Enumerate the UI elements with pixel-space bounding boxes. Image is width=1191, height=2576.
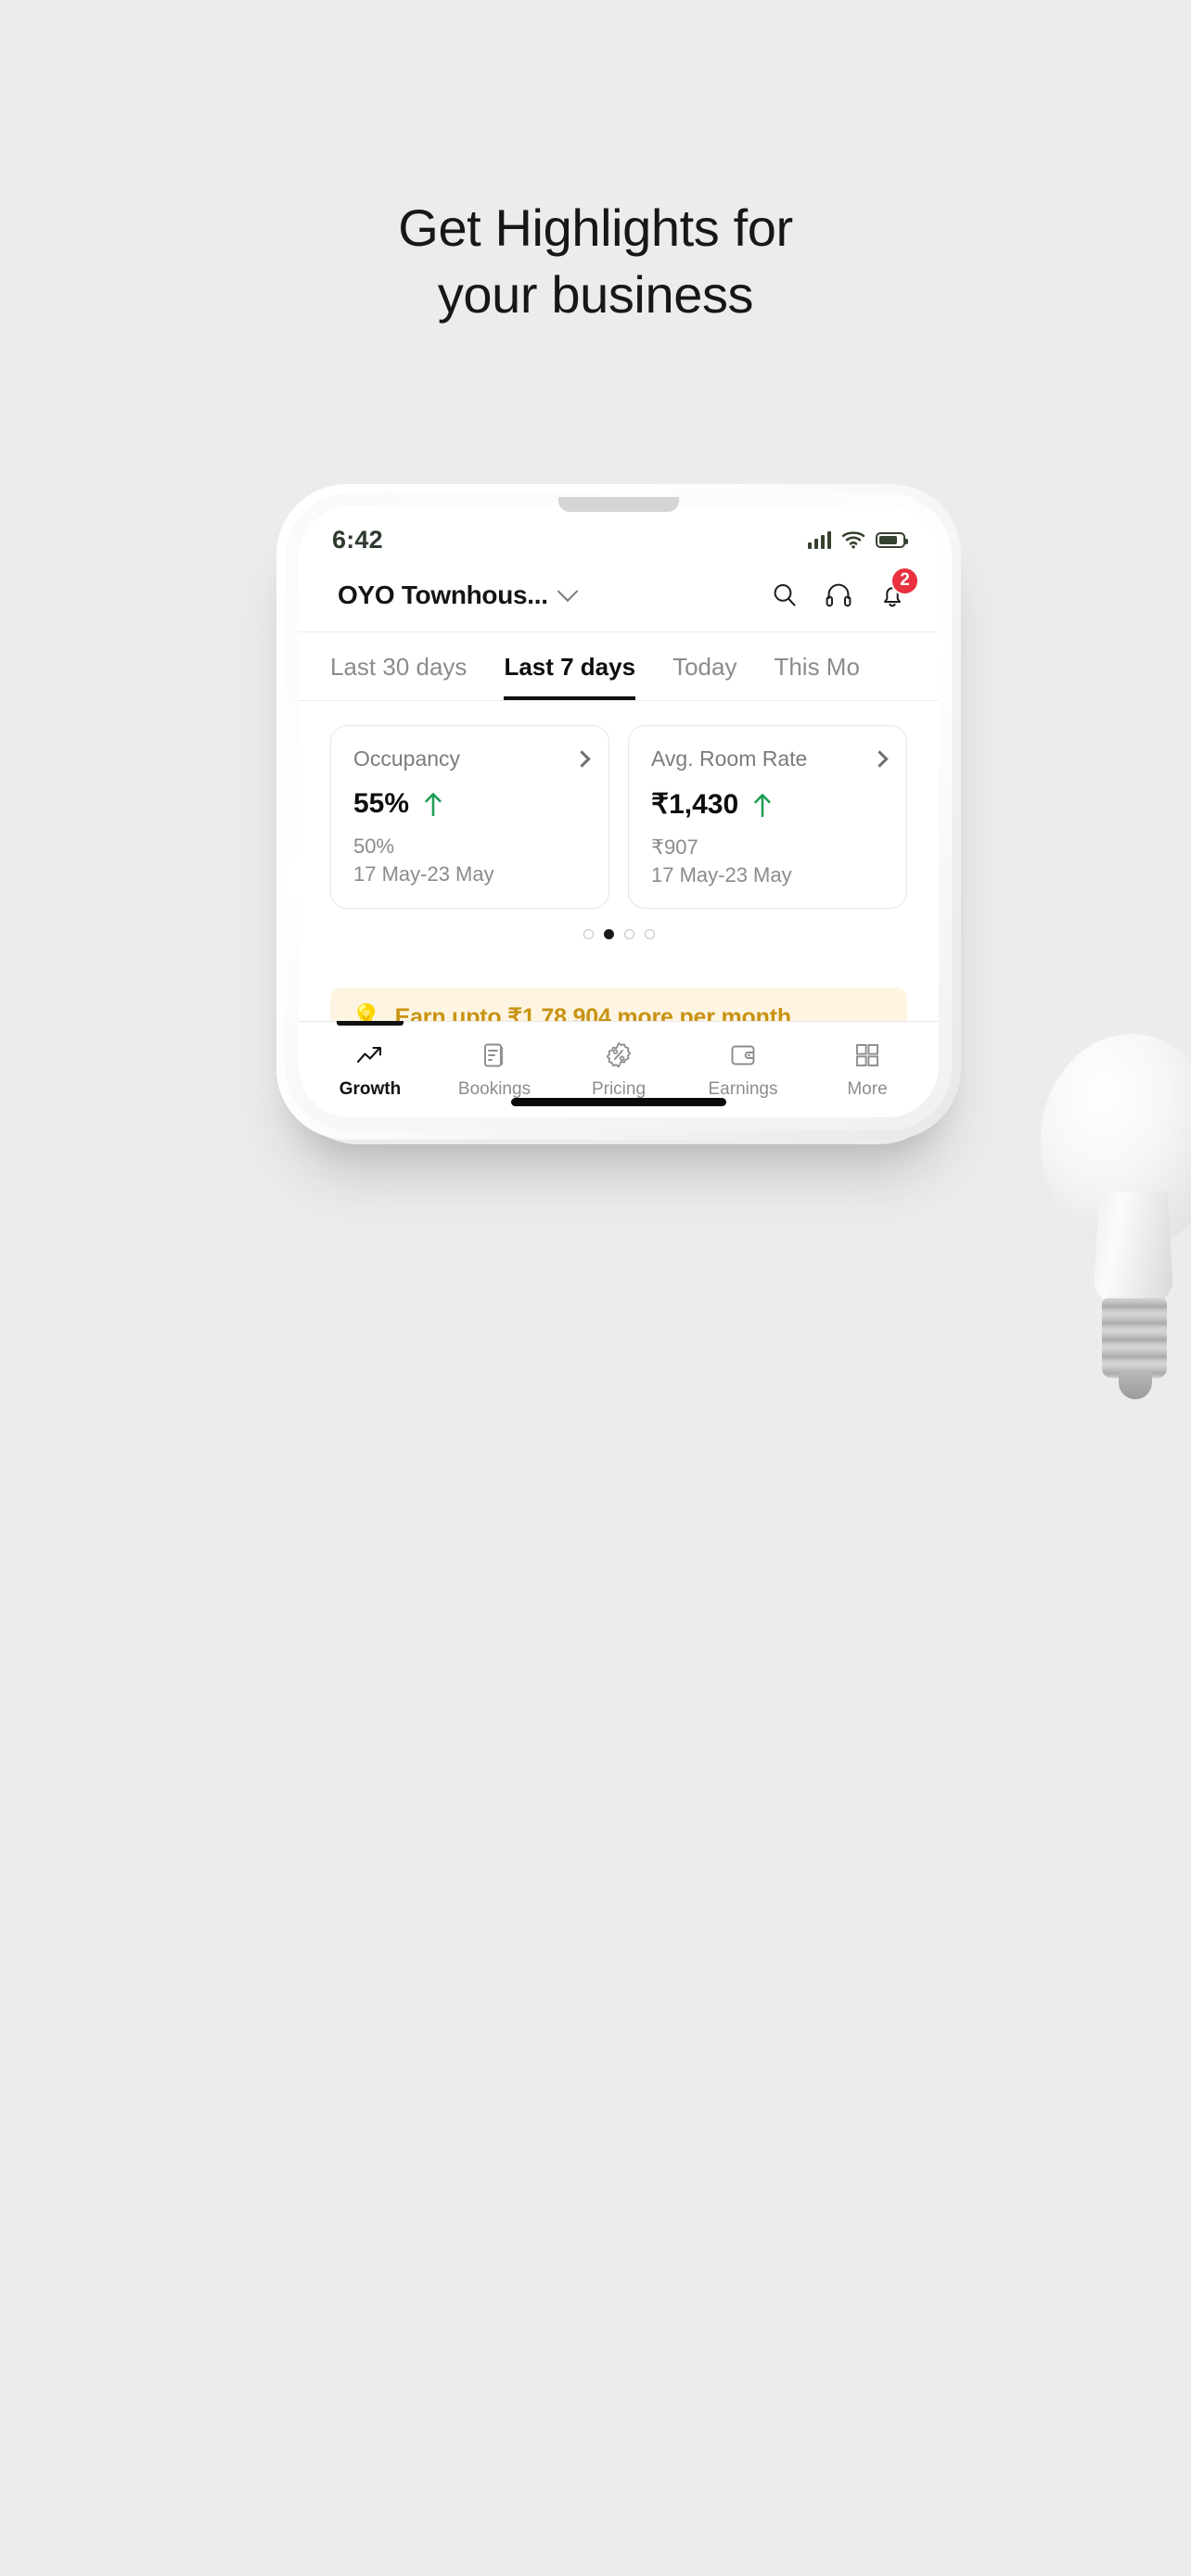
metric-value: 55% [353, 788, 410, 819]
chevron-right-icon[interactable] [871, 750, 889, 768]
nav-item-growth[interactable]: Growth [308, 1022, 432, 1117]
metric-date-range: 17 May-23 May [353, 862, 494, 886]
metric-cards: Occupancy 55% 50% 17 May-23 May Avg. Roo… [299, 701, 939, 909]
lightbulb-glass [1041, 1034, 1191, 1249]
lightbulb-base [1102, 1298, 1167, 1378]
nav-label-earnings: Earnings [708, 1079, 778, 1099]
status-bar-clock: 6:42 [332, 525, 383, 554]
home-indicator[interactable] [511, 1098, 726, 1106]
wifi-icon [841, 531, 865, 549]
nav-label-more: More [847, 1079, 888, 1099]
metric-card-occupancy[interactable]: Occupancy 55% 50% 17 May-23 May [330, 725, 609, 909]
lightbulb-tip [1119, 1371, 1152, 1399]
metric-card-header: Occupancy [353, 746, 591, 772]
property-selector[interactable]: OYO Townhous... [338, 580, 579, 610]
chevron-right-icon[interactable] [573, 750, 591, 768]
headline-line-1: Get Highlights for [398, 198, 793, 257]
phone-notch [558, 497, 679, 512]
nav-label-bookings: Bookings [457, 1079, 531, 1099]
nav-item-more[interactable]: More [805, 1022, 929, 1117]
metric-label: Avg. Room Rate [651, 746, 808, 771]
phone-screen: 6:42 OYO Townhous... 2 Last 30 days Last… [299, 506, 939, 1117]
app-header-actions: 2 [770, 566, 919, 610]
property-name: OYO Townhous... [338, 580, 548, 609]
tab-today[interactable]: Today [672, 653, 736, 700]
lightbulb-neck [1093, 1192, 1174, 1312]
lightbulb-3d-icon [1041, 1015, 1191, 1498]
metric-value-row: 55% [353, 788, 588, 820]
app-header: OYO Townhous... 2 [299, 558, 939, 632]
trend-up-arrow-icon [754, 793, 771, 817]
nav-label-growth: Growth [339, 1079, 402, 1099]
metric-previous-value: 50% [353, 835, 395, 858]
date-range-tabs: Last 30 days Last 7 days Today This Mo [299, 632, 939, 701]
carousel-dot-2[interactable] [603, 929, 614, 939]
phone-mockup: 6:42 OYO Townhous... 2 Last 30 days Last… [276, 484, 961, 1140]
status-bar: 6:42 [299, 506, 939, 558]
metric-card-avg-room-rate[interactable]: Avg. Room Rate ₹1,430 ₹907 17 May-23 May [628, 725, 907, 909]
battery-icon [876, 531, 908, 548]
carousel-dots [299, 909, 939, 939]
chevron-down-icon [557, 580, 579, 602]
metric-value-row: ₹1,430 [651, 788, 886, 821]
wallet-icon [731, 1045, 755, 1065]
notification-badge: 2 [890, 566, 919, 595]
cellular-signal-icon [807, 530, 831, 549]
tab-this-month[interactable]: This Mo [774, 653, 859, 700]
metric-card-header: Avg. Room Rate [651, 746, 889, 772]
metric-date-range: 17 May-23 May [651, 863, 792, 886]
metric-previous-value: ₹907 [651, 835, 698, 859]
carousel-dot-3[interactable] [623, 929, 634, 939]
notebook-icon [484, 1043, 504, 1067]
page-headline: Get Highlights for your business [0, 195, 1191, 327]
metric-value: ₹1,430 [651, 789, 739, 820]
discount-tag-icon [606, 1042, 632, 1068]
metric-label: Occupancy [353, 746, 461, 771]
trending-up-icon [356, 1046, 382, 1064]
tab-last-7-days[interactable]: Last 7 days [504, 653, 636, 700]
headphones-icon[interactable] [824, 580, 853, 610]
carousel-dot-1[interactable] [583, 929, 594, 939]
tab-last-30-days[interactable]: Last 30 days [330, 653, 467, 700]
headline-line-2: your business [437, 264, 754, 324]
grid-icon [856, 1044, 878, 1066]
carousel-dot-4[interactable] [644, 929, 655, 939]
search-icon[interactable] [770, 580, 800, 610]
nav-label-pricing: Pricing [591, 1079, 647, 1099]
trend-up-arrow-icon [425, 793, 442, 816]
status-bar-icons [807, 530, 908, 549]
notifications-button[interactable]: 2 [877, 566, 919, 610]
